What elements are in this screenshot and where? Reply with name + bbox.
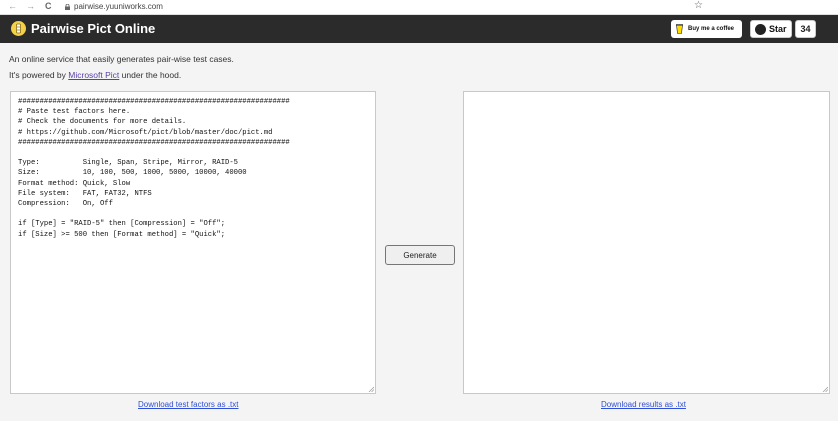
github-icon — [755, 24, 766, 35]
resize-grip-icon[interactable] — [822, 386, 828, 392]
test-factors-textarea[interactable]: ########################################… — [10, 91, 376, 394]
intro-powered-by: It's powered by Microsoft Pict under the… — [9, 70, 181, 80]
reload-icon[interactable]: C — [45, 1, 52, 11]
results-textarea[interactable] — [463, 91, 830, 394]
address-bar-url[interactable]: pairwise.yuuniworks.com — [74, 2, 163, 11]
app-title: Pairwise Pict Online — [31, 21, 156, 36]
powered-by-suffix: under the hood. — [121, 70, 182, 80]
coffee-cup-icon — [676, 24, 683, 34]
forward-arrow-icon[interactable]: → — [26, 1, 35, 11]
bookmark-star-icon[interactable]: ☆ — [694, 0, 703, 11]
app-header: Pairwise Pict Online Buy me a coffee Sta… — [0, 15, 838, 43]
download-test-factors-link[interactable]: Download test factors as .txt — [138, 400, 239, 409]
lock-icon — [65, 4, 70, 10]
logo-icon — [11, 21, 26, 36]
browser-toolbar: ← → C pairwise.yuuniworks.com ☆ — [0, 0, 838, 15]
powered-by-prefix: It's powered by — [9, 70, 66, 80]
test-factors-content[interactable]: ########################################… — [18, 97, 290, 240]
generate-button[interactable]: Generate — [385, 245, 455, 265]
intro-description: An online service that easily generates … — [9, 54, 234, 64]
download-results-link[interactable]: Download results as .txt — [601, 400, 686, 409]
resize-grip-icon[interactable] — [368, 386, 374, 392]
back-arrow-icon[interactable]: ← — [8, 1, 17, 11]
microsoft-pict-link[interactable]: Microsoft Pict — [68, 70, 119, 80]
star-button-label: Star — [769, 24, 787, 34]
github-star-button[interactable]: Star — [750, 20, 792, 38]
coffee-button-label: Buy me a coffee — [688, 26, 735, 32]
buy-me-a-coffee-button[interactable]: Buy me a coffee — [671, 20, 742, 38]
star-count-badge[interactable]: 34 — [795, 20, 816, 38]
